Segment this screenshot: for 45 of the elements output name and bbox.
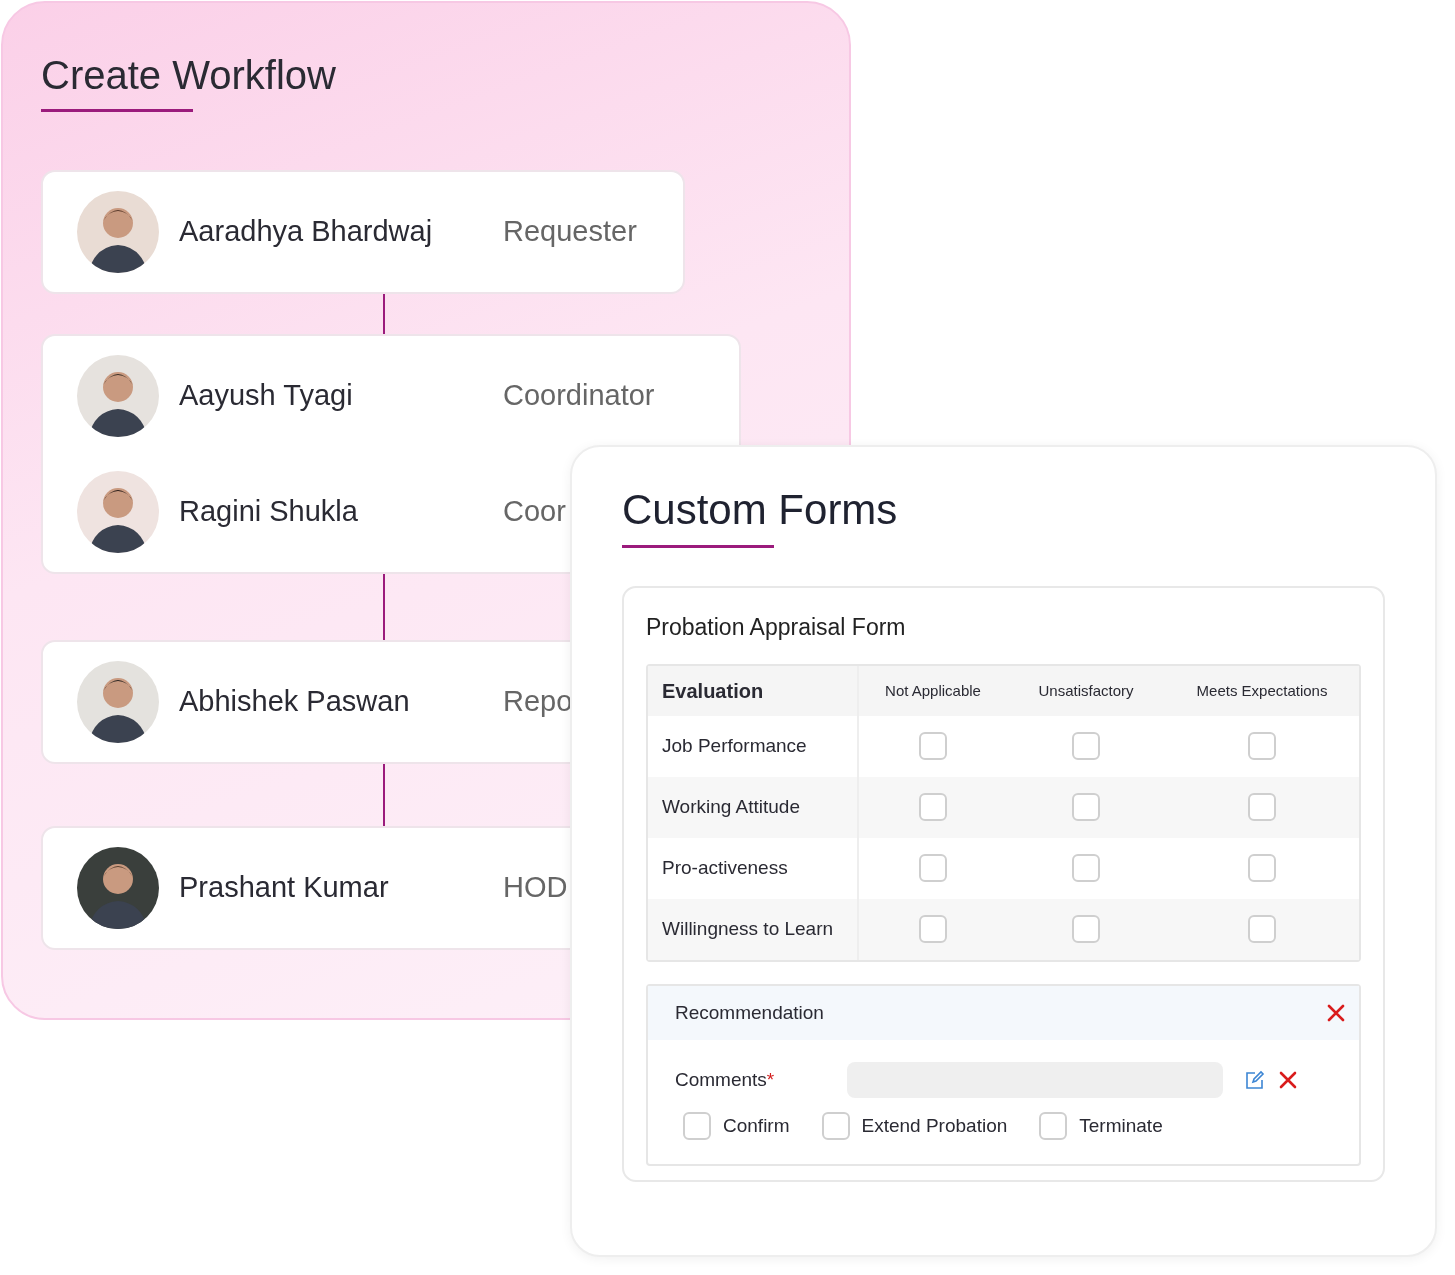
person-name: Aayush Tyagi <box>179 378 354 414</box>
role-label: HOD <box>503 870 568 906</box>
form-title: Probation Appraisal Form <box>646 614 907 642</box>
checkbox[interactable] <box>1248 732 1276 761</box>
checkbox[interactable] <box>683 1112 711 1141</box>
checkbox[interactable] <box>1248 854 1276 883</box>
connector-line <box>383 294 385 334</box>
checkbox[interactable] <box>1248 793 1276 822</box>
recommendation-title: Recommendation <box>675 1000 824 1025</box>
connector-line <box>383 574 385 640</box>
row-label: Working Attitude <box>648 777 859 838</box>
column-header: Evaluation <box>648 666 859 716</box>
option-label: Extend Probation <box>861 1114 1008 1138</box>
checkbox[interactable] <box>821 1112 850 1141</box>
person-name: Aaradhya Bhardwaj <box>179 214 434 250</box>
column-header: Meets Expectations <box>1165 666 1359 716</box>
edit-icon[interactable] <box>1245 1070 1265 1090</box>
checkbox[interactable] <box>1248 915 1276 944</box>
role-label: Coordinator <box>503 378 655 414</box>
close-icon[interactable] <box>1327 1004 1345 1022</box>
role-label: Requester <box>503 214 637 250</box>
checkbox[interactable] <box>1072 915 1100 944</box>
section-title: Custom Forms <box>622 485 899 535</box>
connector-line <box>383 764 385 826</box>
checkbox[interactable] <box>1072 854 1100 883</box>
column-header: Not Applicable <box>859 666 1007 716</box>
checkbox[interactable] <box>919 854 947 883</box>
role-label: Coor <box>503 494 566 530</box>
checkbox[interactable] <box>1039 1112 1068 1141</box>
person-name: Ragini Shukla <box>179 494 359 530</box>
option-label: Terminate <box>1079 1114 1163 1138</box>
comments-label: Comments* <box>675 1067 776 1092</box>
role-label: Repo <box>503 684 573 720</box>
column-header: Unsatisfactory <box>1007 666 1165 716</box>
option-label: Confirm <box>723 1114 790 1138</box>
checkbox[interactable] <box>1072 732 1100 761</box>
person-name: Abhishek Paswan <box>179 684 411 720</box>
checkbox[interactable] <box>919 732 947 761</box>
person-name: Prashant Kumar <box>179 870 390 906</box>
row-label: Willingness to Learn <box>648 899 859 960</box>
page-title: Create Workflow <box>41 52 337 99</box>
close-icon[interactable] <box>1279 1071 1297 1089</box>
checkbox[interactable] <box>919 915 947 944</box>
checkbox[interactable] <box>1072 793 1100 822</box>
checkbox[interactable] <box>919 793 947 822</box>
